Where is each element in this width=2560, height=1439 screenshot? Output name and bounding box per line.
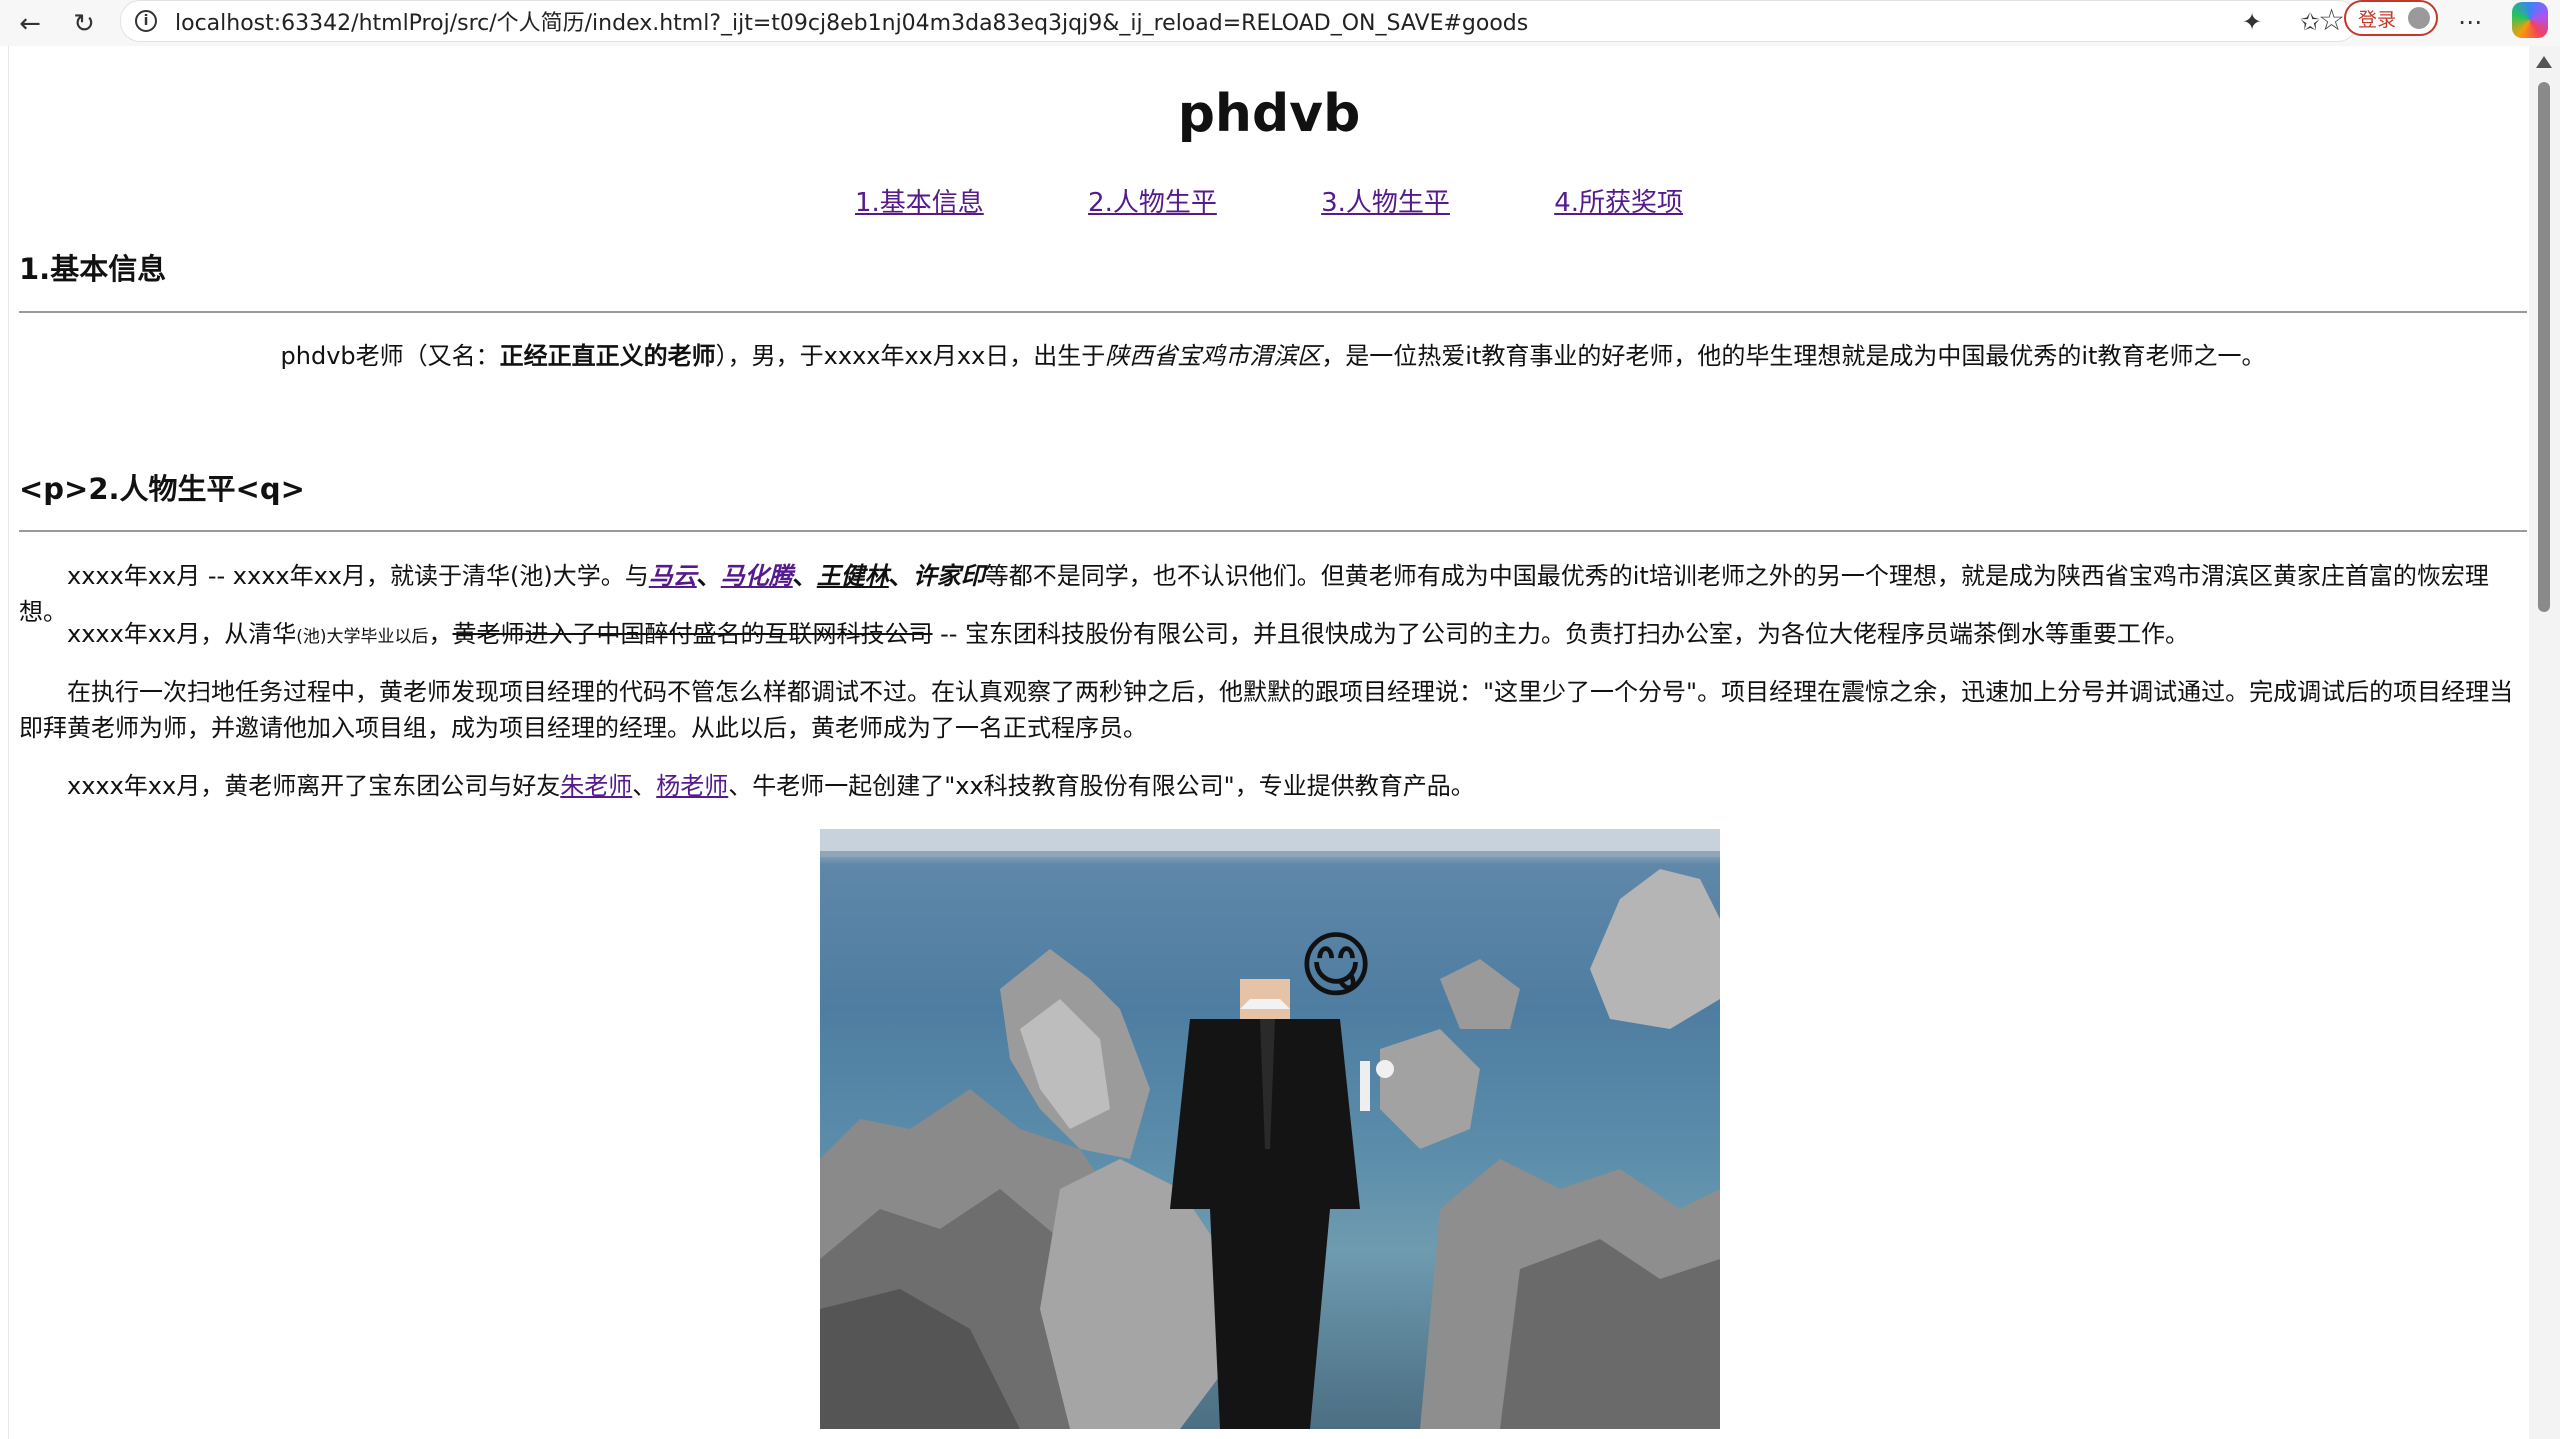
info-icon[interactable]: i: [135, 10, 157, 32]
separator: 、: [888, 562, 913, 590]
face-emoji: 😋: [1298, 923, 1374, 1007]
section-divider: [19, 530, 2527, 532]
copilot-icon[interactable]: [2512, 2, 2548, 38]
alias-bold: 正经正直正义的老师: [499, 342, 716, 370]
text-span: ），男，于xxxx年xx月xx日，出生于: [715, 342, 1106, 370]
name-xu-jiayin: 许家印: [912, 562, 985, 590]
reload-icon[interactable]: ↻: [66, 6, 102, 42]
favorites-icon[interactable]: ✩: [2292, 4, 2328, 40]
small-text: (池)大学毕业以后: [296, 627, 429, 647]
separator: ，: [428, 620, 453, 648]
separator: 、: [792, 562, 817, 590]
life-paragraph-4: xxxx年xx月，黄老师离开了宝东团公司与好友朱老师、杨老师、牛老师一起创建了"…: [19, 768, 2527, 804]
browser-toolbar: ← ↻ i localhost:63342/htmlProj/src/个人简历/…: [0, 0, 2560, 46]
avatar-icon: [2408, 7, 2430, 29]
link-zhu-laoshi[interactable]: 朱老师: [560, 772, 632, 800]
separator: 、: [632, 772, 657, 800]
life-paragraph-3: 在执行一次扫地任务过程中，黄老师发现项目经理的代码不管怎么样都调试不过。在认真观…: [19, 678, 2514, 742]
link-yang-laoshi[interactable]: 杨老师: [656, 772, 728, 800]
link-ma-yun[interactable]: 马云: [649, 562, 697, 590]
separator: 、: [696, 562, 721, 590]
nav-link-awards[interactable]: 4.所获奖项: [1554, 188, 1683, 218]
nav-link-basic-info[interactable]: 1.基本信息: [855, 188, 984, 218]
page-viewport: phdvb 1.基本信息 2.人物生平 3.人物生平 4.所获奖项 1.基本信息…: [8, 46, 2529, 1439]
text-span: -- 宝东团科技股份有限公司，并且很快成为了公司的主力。负责打扫办公室，为各位大…: [932, 620, 2190, 648]
more-icon[interactable]: ⋯: [2452, 4, 2488, 40]
profile-photo: 😋: [820, 829, 1720, 1429]
scroll-up-arrow-icon[interactable]: [2536, 56, 2552, 68]
text-span: xxxx年xx月，从清华: [67, 620, 297, 648]
section-heading-life: <p>2.人物生平<q>: [19, 472, 305, 506]
login-label: 登录: [2358, 8, 2397, 31]
name-wang-jianlin: 王健林: [816, 562, 889, 590]
section-heading-basic-info: 1.基本信息: [19, 252, 167, 286]
text-span: 、牛老师一起创建了"xx科技教育股份有限公司"，专业提供教育产品。: [728, 772, 1475, 800]
text-span: ，是一位热爱it教育事业的好老师，他的毕生理想就是成为中国最优秀的it教育老师之…: [1321, 342, 2266, 370]
life-paragraph-2: xxxx年xx月，从清华(池)大学毕业以后，黄老师进入了中国醉付盛名的互联网科技…: [19, 616, 2527, 655]
scroll-thumb[interactable]: [2538, 82, 2550, 612]
address-bar[interactable]: i localhost:63342/htmlProj/src/个人简历/inde…: [120, 0, 2358, 42]
url-text[interactable]: localhost:63342/htmlProj/src/个人简历/index.…: [175, 5, 1528, 37]
anchor-nav: 1.基本信息 2.人物生平 3.人物生平 4.所获奖项: [9, 182, 2529, 219]
link-ma-huateng[interactable]: 马化腾: [721, 562, 793, 590]
text-span: phdvb老师（又名：: [280, 342, 500, 370]
text-span: xxxx年xx月，黄老师离开了宝东团公司与好友: [67, 772, 561, 800]
nav-link-life-1[interactable]: 2.人物生平: [1088, 188, 1217, 218]
back-arrow-icon[interactable]: ←: [12, 6, 48, 42]
text-span: xxxx年xx月 -- xxxx年xx月，就读于清华(池)大学。与: [67, 562, 649, 590]
basic-info-paragraph: phdvb老师（又名：正经正直正义的老师），男，于xxxx年xx月xx日，出生于…: [19, 338, 2527, 374]
section-divider: [19, 311, 2527, 313]
page-scrollbar[interactable]: [2528, 46, 2560, 1439]
login-button[interactable]: 登录: [2344, 0, 2438, 36]
nav-link-life-2[interactable]: 3.人物生平: [1321, 188, 1450, 218]
page-title: phdvb: [1177, 84, 1361, 144]
strikethrough-text: 黄老师进入了中国醉付盛名的互联网科技公司: [452, 620, 933, 648]
extensions-icon[interactable]: ✦: [2234, 4, 2270, 40]
birthplace-italic: 陕西省宝鸡市渭滨区: [1105, 342, 1322, 370]
